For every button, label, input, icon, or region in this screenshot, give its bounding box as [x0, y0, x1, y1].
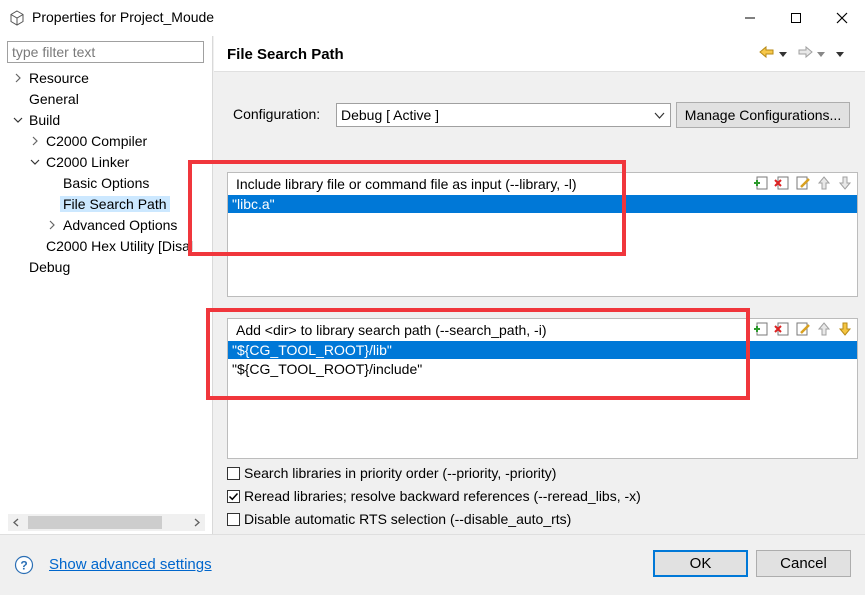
option-priority[interactable]: Search libraries in priority order (--pr…: [227, 463, 556, 483]
option-label: Disable automatic RTS selection (--disab…: [244, 511, 572, 527]
show-advanced-settings-link[interactable]: Show advanced settings: [49, 556, 212, 573]
disable-auto-rts-checkbox[interactable]: [227, 512, 240, 526]
chevron-down-icon[interactable]: [12, 114, 24, 126]
chevron-right-icon[interactable]: [12, 72, 24, 84]
minimize-button[interactable]: [727, 0, 773, 36]
move-down-icon[interactable]: [837, 175, 853, 191]
back-dropdown-icon[interactable]: [778, 45, 788, 61]
page-header: File Search Path: [214, 36, 865, 72]
reread-libs-checkbox[interactable]: [227, 489, 240, 503]
view-menu-icon[interactable]: [835, 45, 845, 61]
tree-item-label: Debug: [29, 259, 71, 275]
move-up-icon[interactable]: [816, 321, 832, 337]
close-icon: [836, 12, 848, 24]
tree-item-label: Advanced Options: [63, 217, 178, 233]
close-button[interactable]: [819, 0, 865, 36]
tree-item-label: Resource: [29, 70, 89, 86]
help-icon[interactable]: ?: [14, 555, 34, 575]
option-label: Search libraries in priority order (--pr…: [244, 465, 557, 481]
title-bar: Properties for Project_Moude: [0, 0, 865, 36]
configuration-value: Debug [ Active ]: [341, 107, 440, 123]
dialog-body: Resource General Build C2000 Compiler C2…: [0, 36, 865, 595]
move-up-icon[interactable]: [816, 175, 832, 191]
configuration-select[interactable]: Debug [ Active ]: [336, 103, 671, 127]
tree-item-label: File Search Path: [60, 196, 170, 212]
priority-checkbox[interactable]: [227, 466, 240, 480]
scroll-left-icon[interactable]: [10, 516, 23, 529]
option-disable-auto-rts[interactable]: Disable automatic RTS selection (--disab…: [227, 509, 571, 529]
highlight-box-library: [188, 160, 626, 256]
page-navigation: [759, 44, 845, 62]
panel-toolbar: [753, 321, 853, 337]
tree-item-debug[interactable]: Debug: [29, 257, 70, 277]
delete-icon[interactable]: [774, 321, 790, 337]
window-title: Properties for Project_Moude: [32, 9, 215, 25]
maximize-icon: [791, 13, 801, 23]
scrollbar-thumb[interactable]: [28, 516, 162, 529]
maximize-button[interactable]: [773, 0, 819, 36]
tree-item-label: C2000 Linker: [46, 154, 130, 170]
ok-button[interactable]: OK: [653, 550, 748, 577]
configuration-label: Configuration:: [233, 106, 321, 122]
svg-text:?: ?: [20, 559, 27, 573]
option-reread-libs[interactable]: Reread libraries; resolve backward refer…: [227, 486, 641, 506]
highlight-box-search-path: [206, 308, 750, 400]
delete-icon[interactable]: [774, 175, 790, 191]
filter-input[interactable]: [7, 41, 204, 63]
chevron-down-icon[interactable]: [29, 156, 41, 168]
cancel-button[interactable]: Cancel: [756, 550, 851, 577]
property-page: File Search Path Configuration: Debug […: [214, 36, 865, 534]
move-down-icon[interactable]: [837, 321, 853, 337]
tree-item-general[interactable]: General: [29, 89, 79, 109]
tree-item-label: C2000 Compiler: [46, 133, 148, 149]
chevron-right-icon[interactable]: [29, 135, 41, 147]
navigation-pane: Resource General Build C2000 Compiler C2…: [0, 36, 213, 534]
page-title: File Search Path: [227, 46, 344, 63]
forward-dropdown-icon[interactable]: [816, 45, 826, 61]
tree-item-file-search-path[interactable]: File Search Path: [60, 194, 170, 214]
forward-arrow-icon[interactable]: [797, 45, 813, 62]
edit-icon[interactable]: [795, 321, 811, 337]
tree-item-label: Build: [29, 112, 61, 128]
add-icon[interactable]: [753, 321, 769, 337]
tree-item-label: Basic Options: [63, 175, 150, 191]
checkmark-icon: [228, 492, 239, 500]
app-icon: [10, 10, 24, 26]
tree-item-label: C2000 Hex Utility [Disal: [46, 238, 194, 254]
panel-toolbar: [753, 175, 853, 191]
settings-tree: Resource General Build C2000 Compiler C2…: [0, 68, 212, 508]
add-icon[interactable]: [753, 175, 769, 191]
tree-item-label: General: [29, 91, 79, 107]
horizontal-scrollbar[interactable]: [8, 514, 205, 531]
minimize-icon: [745, 17, 755, 19]
tree-item-basic-options[interactable]: Basic Options: [63, 173, 149, 193]
manage-configurations-button[interactable]: Manage Configurations...: [676, 102, 850, 128]
scroll-right-icon[interactable]: [190, 516, 203, 529]
back-arrow-icon[interactable]: [759, 45, 775, 62]
option-label: Reread libraries; resolve backward refer…: [244, 488, 641, 504]
edit-icon[interactable]: [795, 175, 811, 191]
chevron-down-icon: [654, 112, 665, 119]
dialog-footer: ? Show advanced settings OK Cancel: [0, 534, 865, 595]
chevron-right-icon[interactable]: [46, 219, 58, 231]
tree-item-c2000-hex-utility[interactable]: C2000 Hex Utility [Disal: [46, 236, 193, 256]
